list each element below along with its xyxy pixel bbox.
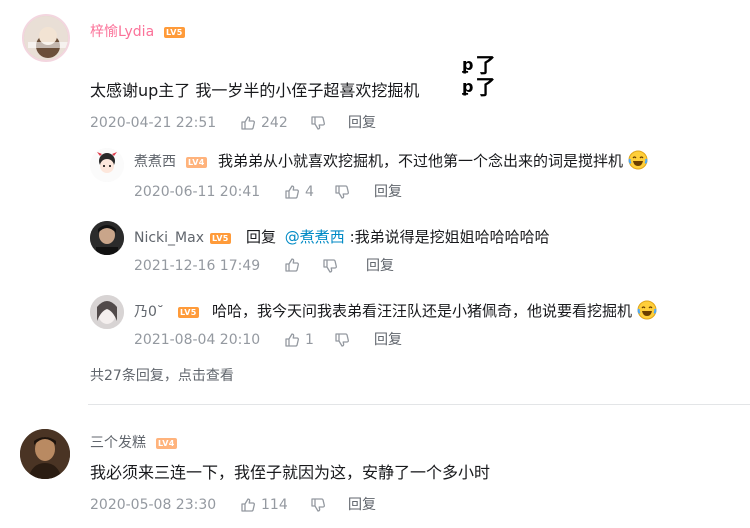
comment-body: 太感谢up主了 我一岁半的小侄子超喜欢挖掘机 (90, 81, 420, 100)
reply-time: 2021-08-04 20:10 (134, 332, 261, 348)
like-count: 114 (261, 497, 288, 513)
reply-count-text: 共27条回复， (90, 368, 178, 384)
like-button[interactable]: 114 (240, 496, 288, 514)
sticker-mark-icon: ꝑ (462, 55, 474, 74)
avatar[interactable] (90, 148, 124, 182)
comment-meta: 2020-04-21 22:51 242 回复 (90, 114, 410, 132)
avatar-image (90, 221, 124, 255)
reply-button[interactable]: 回复 (348, 114, 376, 132)
level-badge: LV5 (164, 27, 185, 38)
avatar-image (90, 148, 124, 182)
like-button[interactable]: 242 (240, 114, 288, 132)
reply-username[interactable]: 煮煮西 (134, 153, 176, 171)
like-count: 1 (305, 332, 314, 348)
reply-meta: 2021-12-16 17:49 回复 (134, 257, 434, 275)
reply-body: 我弟弟从小就喜欢挖掘机，不过他第一个念出来的词是搅拌机 (218, 152, 624, 170)
thumbs-down-icon[interactable] (310, 497, 326, 513)
reply-button[interactable]: 回复 (348, 496, 376, 514)
avatar[interactable] (20, 429, 70, 479)
sticker-mark-icon: ꝑ (462, 77, 474, 96)
reply-body: :我弟说得是挖姐姐哈哈哈哈哈 (349, 228, 550, 246)
thumbs-up-icon (284, 184, 300, 200)
laughing-tears-emoji-icon (637, 300, 657, 320)
comment-time: 2020-04-21 22:51 (90, 115, 217, 131)
avatar-image (20, 429, 70, 479)
like-button[interactable]: 4 (284, 183, 314, 201)
thumbs-down-icon[interactable] (334, 184, 350, 200)
thumbs-up-icon (240, 115, 256, 131)
reply-text: 回复 @煮煮西 :我弟说得是挖姐姐哈哈哈哈哈 (246, 226, 550, 248)
avatar[interactable] (90, 295, 124, 329)
view-more-replies: 共27条回复，点击查看 (90, 367, 234, 385)
thumbs-down-icon[interactable] (310, 115, 326, 131)
view-replies-link[interactable]: 点击查看 (178, 368, 234, 384)
thumbs-up-icon (284, 257, 300, 273)
thumbs-down-icon[interactable] (334, 332, 350, 348)
like-count: 242 (261, 115, 288, 131)
reply-prefix: 回复 (246, 228, 277, 246)
reply-text: 哈哈，我今天问我表弟看汪汪队还是小猪佩奇，他说要看挖掘机 (212, 300, 657, 322)
like-button[interactable]: 1 (284, 331, 314, 349)
comment-time: 2020-05-08 23:30 (90, 497, 217, 513)
mention-link[interactable]: @煮煮西 (285, 228, 345, 246)
reply-button[interactable]: 回复 (374, 183, 402, 201)
reply-username[interactable]: 乃0˘ (134, 303, 164, 321)
avatar-image (90, 295, 124, 329)
sticker-text: 了 (475, 75, 496, 99)
thumbs-down-icon[interactable] (322, 258, 338, 274)
reply-username[interactable]: Nicki_Max (134, 229, 204, 247)
reply-meta: 2021-08-04 20:10 1 回复 (134, 331, 434, 349)
sticker-text: 了 (475, 53, 496, 77)
reply-time: 2020-06-11 20:41 (134, 184, 261, 200)
level-badge: LV5 (210, 233, 231, 244)
like-count: 4 (305, 184, 314, 200)
laughing-tears-emoji-icon (628, 150, 648, 170)
avatar[interactable] (90, 221, 124, 255)
comment-divider (88, 404, 750, 405)
level-badge: LV4 (186, 157, 207, 168)
reply-text: 我弟弟从小就喜欢挖掘机，不过他第一个念出来的词是搅拌机 (218, 150, 648, 172)
level-badge: LV5 (178, 307, 199, 318)
reply-button[interactable]: 回复 (366, 257, 394, 275)
comment-text: 太感谢up主了 我一岁半的小侄子超喜欢挖掘机 (90, 80, 419, 102)
reply-time: 2021-12-16 17:49 (134, 258, 261, 274)
comment-body: 我必须来三连一下，我侄子就因为这，安静了一个多小时 (90, 463, 491, 482)
sticker: ꝑ 了 ꝑ 了 (462, 54, 502, 102)
thumbs-up-icon (284, 332, 300, 348)
like-button[interactable] (284, 257, 300, 273)
avatar[interactable] (22, 14, 70, 62)
avatar-image (24, 16, 68, 60)
comment-text: 我必须来三连一下，我侄子就因为这，安静了一个多小时 (90, 462, 490, 484)
comment-meta: 2020-05-08 23:30 114 回复 (90, 496, 410, 514)
reply-button[interactable]: 回复 (374, 331, 402, 349)
level-badge: LV4 (156, 438, 177, 449)
comment-username[interactable]: 三个发糕 (90, 434, 146, 452)
reply-meta: 2020-06-11 20:41 4 回复 (134, 183, 434, 201)
thumbs-up-icon (240, 497, 256, 513)
comment-username[interactable]: 梓愉Lydia (90, 23, 154, 41)
reply-body: 哈哈，我今天问我表弟看汪汪队还是小猪佩奇，他说要看挖掘机 (212, 302, 633, 320)
